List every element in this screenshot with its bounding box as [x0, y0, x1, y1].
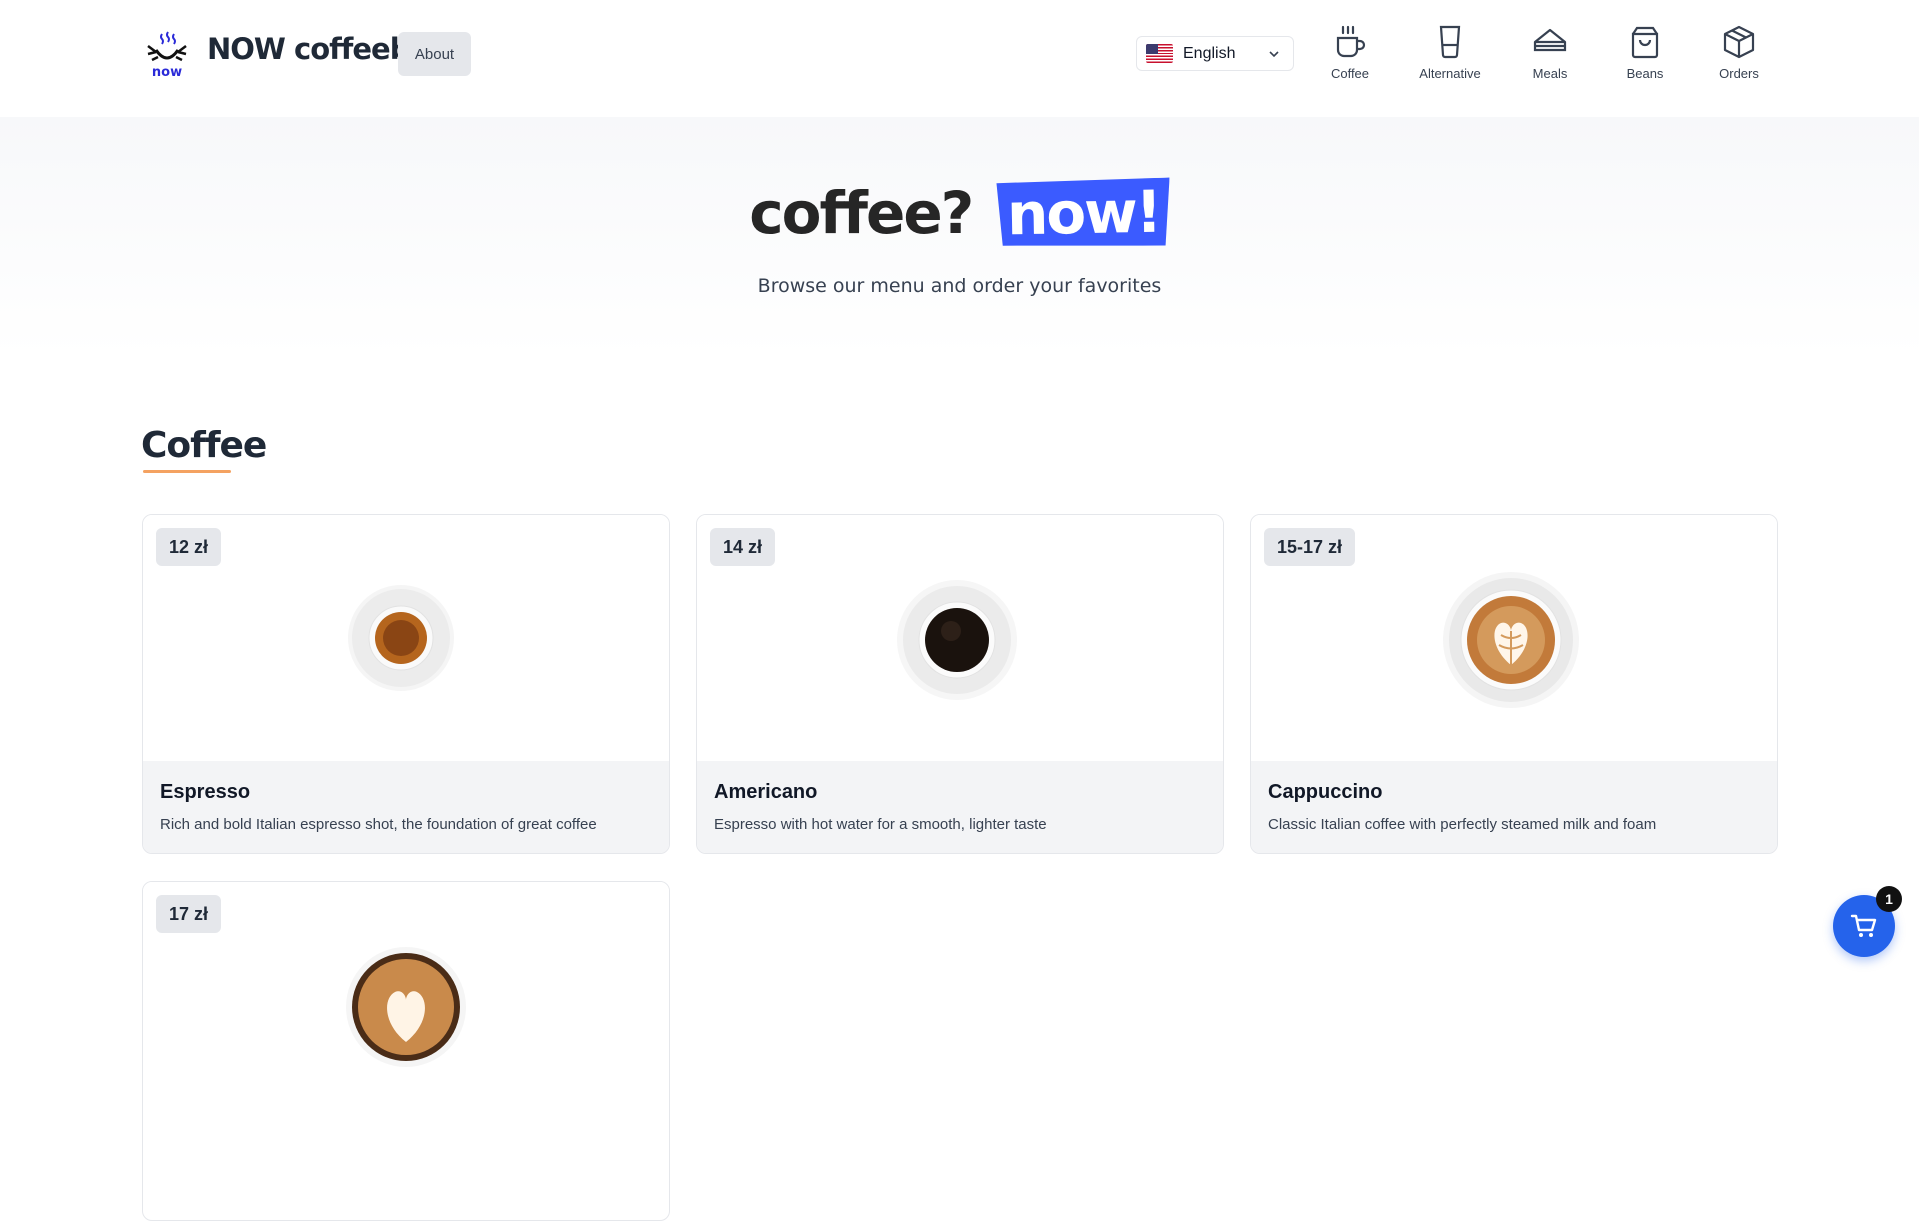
product-info: Americano Espresso with hot water for a …: [697, 761, 1223, 853]
product-name: Espresso: [160, 781, 251, 803]
americano-cup-image: [897, 580, 1017, 700]
hero-title: coffee? now!: [0, 179, 1919, 247]
nav-label-meals: Meals: [1532, 66, 1568, 81]
header: now NOW coffeebar About English Coffee A…: [0, 0, 1919, 117]
nav-item-meals[interactable]: Meals: [1505, 24, 1595, 86]
cart-icon: [1850, 914, 1877, 937]
nav-label-orders: Orders: [1719, 66, 1759, 81]
nav-item-alternative[interactable]: Alternative: [1405, 24, 1495, 86]
product-card[interactable]: 15-17 zł Cappuccino Classic Italian coff…: [1250, 514, 1778, 854]
price-badge: 12 zł: [156, 528, 222, 566]
product-image: [143, 882, 669, 1128]
latte-cup-image: [346, 947, 466, 1067]
nav-label-alternative: Alternative: [1419, 66, 1481, 81]
product-description: Rich and bold Italian espresso shot, the…: [160, 816, 597, 833]
glass-icon: [1439, 25, 1461, 59]
logo-text: now: [152, 65, 182, 78]
product-card[interactable]: 12 zł Espresso Rich and bold Italian esp…: [142, 514, 670, 854]
hero-subtitle: Browse our menu and order your favorites: [757, 275, 1162, 297]
product-description: Classic Italian coffee with perfectly st…: [1268, 816, 1657, 833]
price-badge: 14 zł: [710, 528, 776, 566]
product-info: Espresso Rich and bold Italian espresso …: [143, 761, 669, 853]
product-name: Cappuccino: [1268, 781, 1383, 803]
nav-label-beans: Beans: [1626, 66, 1664, 81]
espresso-cup-image: [348, 585, 454, 691]
language-select[interactable]: English: [1136, 36, 1294, 71]
hero-title-prefix: coffee?: [749, 179, 974, 247]
cart-count-badge: 1: [1876, 886, 1902, 912]
product-card[interactable]: 17 zł: [142, 881, 670, 1221]
hero-title-highlight: now!: [996, 177, 1170, 248]
us-flag-icon: [1146, 44, 1173, 63]
package-icon: [1723, 25, 1755, 59]
product-image: [143, 515, 669, 761]
section-title: Coffee: [141, 425, 267, 466]
logo[interactable]: now: [146, 30, 188, 80]
hero: coffee? now! Browse our menu and order y…: [0, 117, 1919, 357]
chevron-down-icon: [1269, 51, 1279, 58]
shopping-bag-icon: [1631, 26, 1659, 59]
product-card[interactable]: 14 zł Americano Espresso with hot water …: [696, 514, 1224, 854]
cappuccino-cup-image: [1443, 572, 1579, 708]
product-info: Cappuccino Classic Italian coffee with p…: [1251, 761, 1777, 853]
about-button[interactable]: About: [398, 32, 471, 76]
product-image: [697, 515, 1223, 761]
product-name: Americano: [714, 781, 818, 803]
nav-item-orders[interactable]: Orders: [1694, 24, 1784, 86]
product-description: Espresso with hot water for a smooth, li…: [714, 816, 1047, 833]
price-badge: 17 zł: [156, 895, 222, 933]
nav-label-coffee: Coffee: [1330, 66, 1370, 81]
sandwich-icon: [1533, 28, 1567, 52]
price-badge: 15-17 zł: [1264, 528, 1356, 566]
coffee-cup-icon: [1336, 25, 1366, 58]
section-underline: [143, 470, 231, 473]
nav-item-beans[interactable]: Beans: [1600, 24, 1690, 86]
language-label: English: [1183, 44, 1236, 62]
nav-item-coffee[interactable]: Coffee: [1305, 24, 1395, 86]
